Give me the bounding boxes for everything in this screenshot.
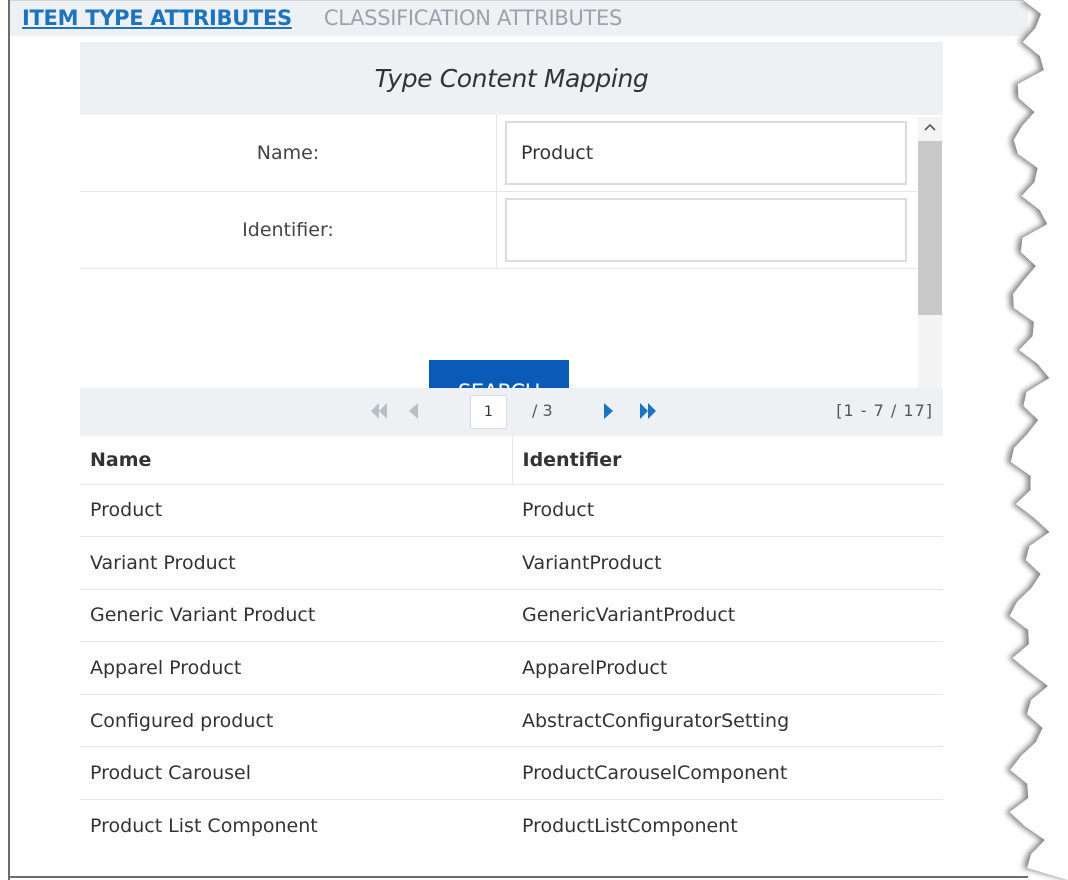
cell-name: Configured product [80, 693, 512, 747]
cell-name: Product List Component [80, 799, 512, 853]
last-page-icon[interactable] [637, 400, 659, 426]
panel-title: Type Content Mapping [80, 42, 943, 115]
pagination-bar: / 3 [1 - 7 / 17] [80, 388, 943, 436]
scroll-thumb[interactable] [918, 141, 942, 315]
previous-page-icon[interactable] [405, 400, 421, 426]
name-label: Name: [80, 115, 497, 191]
table-row[interactable]: Generic Variant Product GenericVariantPr… [80, 588, 943, 642]
cell-name: Product [80, 483, 512, 537]
cell-name: Variant Product [80, 536, 512, 590]
name-input[interactable] [505, 121, 907, 185]
tab-item-type-attributes[interactable]: ITEM TYPE ATTRIBUTES [22, 6, 292, 30]
search-form: Name: Identifier: SEARCH [80, 115, 943, 423]
cell-identifier: GenericVariantProduct [512, 588, 943, 642]
table-row[interactable]: Configured product AbstractConfiguratorS… [80, 693, 943, 747]
cell-identifier: ApparelProduct [512, 641, 943, 695]
cell-identifier: VariantProduct [512, 536, 943, 590]
cell-identifier: ProductCarouselComponent [512, 746, 943, 800]
next-page-icon[interactable] [601, 400, 617, 426]
name-row: Name: [80, 115, 917, 192]
table-row[interactable]: Product List Component ProductListCompon… [80, 799, 943, 853]
identifier-input[interactable] [505, 198, 907, 262]
identifier-row: Identifier: [80, 192, 917, 269]
table-header-row: Name Identifier [80, 436, 943, 484]
results-table: Name Identifier Product Product Variant … [80, 436, 943, 853]
table-row[interactable]: Variant Product VariantProduct [80, 536, 943, 590]
cell-name: Generic Variant Product [80, 588, 512, 642]
identifier-label: Identifier: [80, 192, 497, 268]
table-row[interactable]: Product Product [80, 483, 943, 537]
frame-left-edge [8, 0, 10, 880]
cell-name: Product Carousel [80, 746, 512, 800]
cell-name: Apparel Product [80, 641, 512, 695]
identifier-field-cell [497, 192, 917, 268]
name-field-cell [497, 115, 917, 191]
column-header-name[interactable]: Name [80, 436, 513, 484]
column-header-identifier[interactable]: Identifier [512, 436, 943, 484]
cell-identifier: Product [512, 483, 943, 537]
cell-identifier: ProductListComponent [512, 799, 943, 853]
tab-bar: ITEM TYPE ATTRIBUTES CLASSIFICATION ATTR… [22, 6, 622, 30]
scroll-up-arrow-icon[interactable] [918, 117, 942, 137]
result-range: [1 - 7 / 17] [836, 401, 933, 420]
table-row[interactable]: Product Carousel ProductCarouselComponen… [80, 746, 943, 800]
cell-identifier: AbstractConfiguratorSetting [512, 693, 943, 747]
form-scrollbar[interactable] [918, 117, 942, 423]
page-total: / 3 [532, 401, 553, 420]
first-page-icon[interactable] [368, 400, 390, 426]
type-content-mapping-panel: Type Content Mapping Name: Identifier: S… [80, 42, 943, 423]
tab-classification-attributes[interactable]: CLASSIFICATION ATTRIBUTES [324, 6, 622, 30]
page-number-input[interactable] [470, 395, 507, 429]
frame-bottom-edge [8, 876, 1028, 878]
table-row[interactable]: Apparel Product ApparelProduct [80, 641, 943, 695]
